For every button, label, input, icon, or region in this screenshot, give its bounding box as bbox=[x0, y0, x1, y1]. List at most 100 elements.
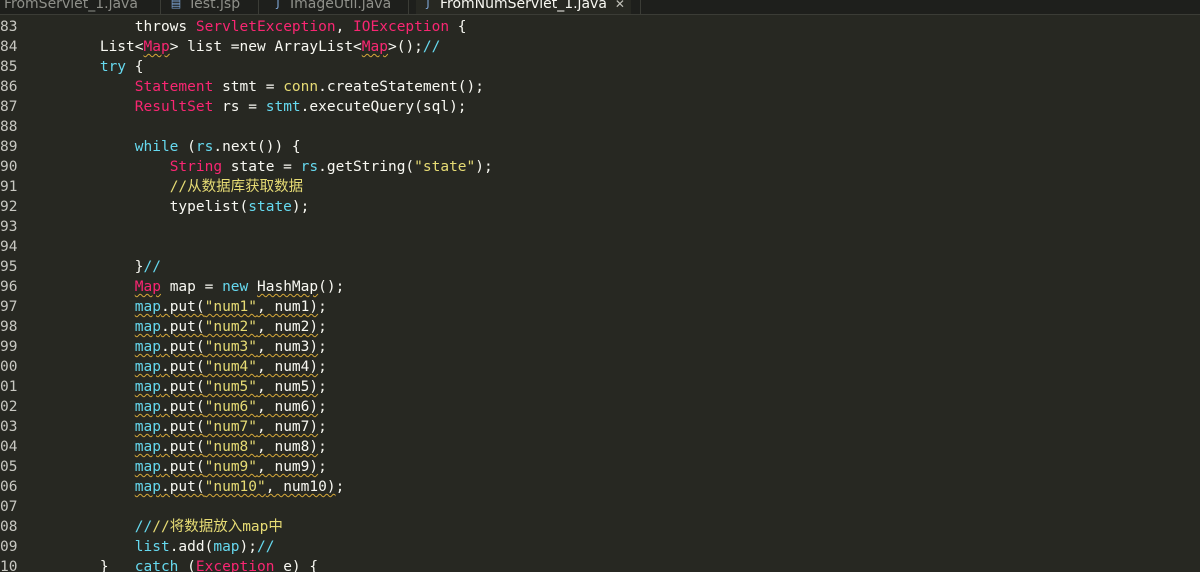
line-number: 87 bbox=[0, 99, 18, 115]
code-line[interactable]: 02 map.put("num6", num6); bbox=[0, 397, 1200, 417]
line-number: 95 bbox=[0, 259, 18, 275]
line-number: 00 bbox=[0, 359, 18, 375]
line-number: 92 bbox=[0, 199, 18, 215]
code-line[interactable]: 83 throws ServletException, IOException … bbox=[0, 17, 1200, 37]
code-line[interactable]: 05 map.put("num9", num9); bbox=[0, 457, 1200, 477]
line-number: 83 bbox=[0, 19, 18, 35]
tab-label: ImageUtil.java bbox=[290, 0, 392, 12]
code-line[interactable]: 88 bbox=[0, 117, 1200, 137]
code-line[interactable]: 10 } catch (Exception e) { bbox=[0, 557, 1200, 572]
line-number: 03 bbox=[0, 419, 18, 435]
line-number: 93 bbox=[0, 219, 18, 235]
line-number: 96 bbox=[0, 279, 18, 295]
tab-test-jsp[interactable]: ▤ Test.jsp bbox=[170, 0, 240, 14]
line-number: 08 bbox=[0, 519, 18, 535]
line-number: 02 bbox=[0, 399, 18, 415]
line-number: 97 bbox=[0, 299, 18, 315]
code-line[interactable]: 00 map.put("num4", num4); bbox=[0, 357, 1200, 377]
code-text: ResultSet rs = stmt.executeQuery(sql); bbox=[134, 99, 467, 115]
code-text: map.put("num9", num9); bbox=[134, 459, 327, 475]
code-text: map.put("num1", num1); bbox=[134, 299, 327, 315]
tab-imageutil[interactable]: J ImageUtil.java bbox=[272, 0, 391, 14]
tab-separator bbox=[408, 0, 409, 14]
close-icon[interactable]: ✕ bbox=[615, 0, 625, 11]
code-text: map.put("num8", num8); bbox=[134, 439, 327, 455]
tab-fromservlet[interactable]: FromServlet_1.java bbox=[4, 0, 138, 14]
code-line[interactable]: 85 try { bbox=[0, 57, 1200, 77]
code-line[interactable]: 91 //从数据库获取数据 bbox=[0, 177, 1200, 197]
code-text: throws ServletException, IOException { bbox=[134, 19, 467, 35]
java-file-icon: J bbox=[276, 0, 280, 10]
code-text: map.put("num6", num6); bbox=[134, 399, 327, 415]
code-text: Map map = new HashMap(); bbox=[134, 279, 345, 295]
code-text: Statement stmt = conn.createStatement(); bbox=[134, 79, 484, 95]
line-number: 91 bbox=[0, 179, 18, 195]
line-number: 86 bbox=[0, 79, 18, 95]
code-line[interactable]: 89 while (rs.next()) { bbox=[0, 137, 1200, 157]
tab-label: Test.jsp bbox=[188, 0, 241, 12]
line-number: 01 bbox=[0, 379, 18, 395]
code-line[interactable]: 06 map.put("num10", num10); bbox=[0, 477, 1200, 497]
line-number: 06 bbox=[0, 479, 18, 495]
code-line[interactable]: 90 String state = rs.getString("state"); bbox=[0, 157, 1200, 177]
jsp-file-icon: ▤ bbox=[170, 0, 182, 10]
code-text: try { bbox=[99, 59, 144, 75]
code-line[interactable]: 87 ResultSet rs = stmt.executeQuery(sql)… bbox=[0, 97, 1200, 117]
line-number: 90 bbox=[0, 159, 18, 175]
tab-label: FromNumServlet_1.java bbox=[440, 0, 607, 12]
code-area[interactable]: 83 throws ServletException, IOException … bbox=[0, 15, 1200, 572]
code-text: map.put("num3", num3); bbox=[134, 339, 327, 355]
code-line[interactable]: 99 map.put("num3", num3); bbox=[0, 337, 1200, 357]
code-text: map.put("num4", num4); bbox=[134, 359, 327, 375]
line-number: 98 bbox=[0, 319, 18, 335]
tab-label: FromServlet_1.java bbox=[4, 0, 138, 12]
code-comment: //从数据库获取数据 bbox=[169, 179, 304, 195]
code-text: map.put("num5", num5); bbox=[134, 379, 327, 395]
code-editor-window: FromServlet_1.java ▤ Test.jsp J ImageUti… bbox=[0, 0, 1200, 572]
line-number: 94 bbox=[0, 239, 18, 255]
code-line[interactable]: 86 Statement stmt = conn.createStatement… bbox=[0, 77, 1200, 97]
line-number: 05 bbox=[0, 459, 18, 475]
code-line[interactable]: 09 list.add(map);// bbox=[0, 537, 1200, 557]
code-line[interactable]: 04 map.put("num8", num8); bbox=[0, 437, 1200, 457]
code-text: map.put("num7", num7); bbox=[134, 419, 327, 435]
editor-tab-bar: FromServlet_1.java ▤ Test.jsp J ImageUti… bbox=[0, 0, 1200, 15]
code-text: while (rs.next()) { bbox=[134, 139, 301, 155]
code-text: List<Map> list =new ArrayList<Map>();// bbox=[99, 39, 441, 55]
code-text: } catch (Exception e) { bbox=[30, 559, 319, 572]
code-line[interactable]: 84 List<Map> list =new ArrayList<Map>();… bbox=[0, 37, 1200, 57]
tab-separator bbox=[640, 0, 641, 14]
line-number: 84 bbox=[0, 39, 18, 55]
code-text: }// bbox=[30, 259, 161, 275]
line-number: 04 bbox=[0, 439, 18, 455]
code-line[interactable]: 03 map.put("num7", num7); bbox=[0, 417, 1200, 437]
tab-fromnumservlet[interactable]: J FromNumServlet_1.java ✕ bbox=[416, 0, 631, 14]
tab-separator bbox=[160, 0, 161, 14]
code-line[interactable]: 96 Map map = new HashMap(); bbox=[0, 277, 1200, 297]
line-number: 10 bbox=[0, 559, 18, 572]
code-text: ////将数据放入map中 bbox=[134, 519, 283, 535]
code-line[interactable]: 98 map.put("num2", num2); bbox=[0, 317, 1200, 337]
code-line[interactable]: 01 map.put("num5", num5); bbox=[0, 377, 1200, 397]
code-line[interactable]: 94 bbox=[0, 237, 1200, 257]
code-line[interactable]: 95 }// bbox=[0, 257, 1200, 277]
line-number: 85 bbox=[0, 59, 18, 75]
code-text: map.put("num10", num10); bbox=[134, 479, 345, 495]
code-text: String state = rs.getString("state"); bbox=[169, 159, 493, 175]
line-number: 88 bbox=[0, 119, 18, 135]
line-number: 99 bbox=[0, 339, 18, 355]
code-line[interactable]: 93 bbox=[0, 217, 1200, 237]
code-line[interactable]: 97 map.put("num1", num1); bbox=[0, 297, 1200, 317]
code-text: map.put("num2", num2); bbox=[134, 319, 327, 335]
code-line[interactable]: 07 bbox=[0, 497, 1200, 517]
line-number: 89 bbox=[0, 139, 18, 155]
line-number: 07 bbox=[0, 499, 18, 515]
code-line[interactable]: 92 typelist(state); bbox=[0, 197, 1200, 217]
tab-separator bbox=[258, 0, 259, 14]
java-file-icon: J bbox=[426, 0, 430, 10]
code-text: typelist(state); bbox=[30, 199, 310, 215]
code-line[interactable]: 08 ////将数据放入map中 bbox=[0, 517, 1200, 537]
line-number: 09 bbox=[0, 539, 18, 555]
code-text: list.add(map);// bbox=[134, 539, 275, 555]
code-comment: //将数据放入map中 bbox=[152, 519, 283, 535]
